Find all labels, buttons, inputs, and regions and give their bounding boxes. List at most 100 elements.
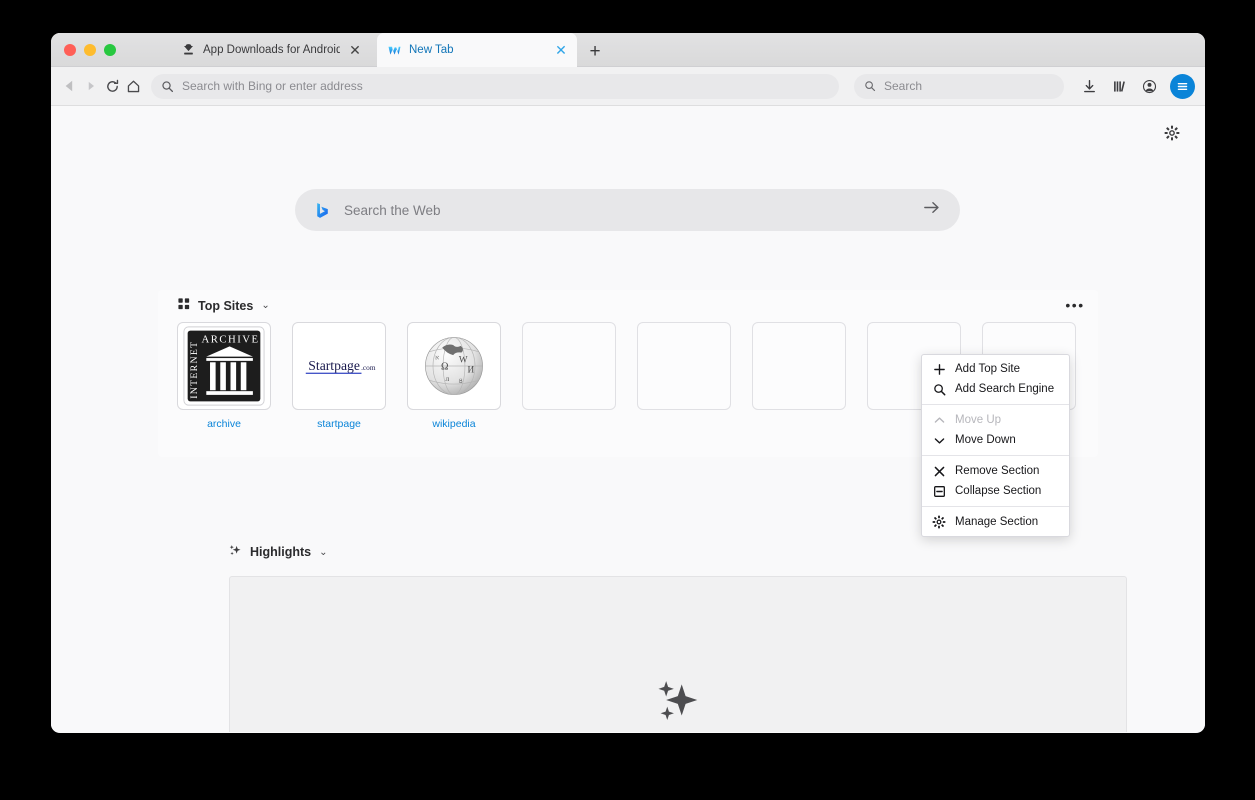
tab-close-button[interactable]: ✕ bbox=[347, 42, 363, 58]
collapse-icon bbox=[932, 484, 946, 498]
tile-thumbnail-placeholder[interactable] bbox=[752, 322, 846, 410]
download-favicon bbox=[181, 43, 196, 58]
top-site-tile[interactable]: Startpage .com startpage bbox=[292, 322, 391, 430]
gear-icon bbox=[932, 515, 946, 529]
gear-icon[interactable] bbox=[1161, 122, 1183, 144]
context-menu-item-add-top-site[interactable]: Add Top Site bbox=[922, 359, 1069, 379]
chevron-down-icon[interactable]: ⌄ bbox=[261, 300, 269, 311]
internet-archive-logo: ARCHIVE INTERNET bbox=[183, 326, 265, 406]
search-icon bbox=[865, 81, 876, 92]
web-search-input[interactable]: Search the Web bbox=[295, 189, 960, 231]
web-search-go-button[interactable] bbox=[922, 198, 941, 222]
address-bar-placeholder: Search with Bing or enter address bbox=[182, 79, 363, 93]
toolbar-search-box[interactable]: Search bbox=[854, 73, 1064, 99]
maximize-window-button[interactable] bbox=[104, 44, 116, 56]
plus-icon bbox=[932, 362, 946, 376]
tile-thumbnail[interactable]: Ω W И л ৪ א bbox=[407, 322, 501, 410]
top-sites-context-menu-button[interactable]: ••• bbox=[1064, 296, 1086, 314]
close-window-button[interactable] bbox=[64, 44, 76, 56]
highlights-title: Highlights bbox=[250, 545, 312, 559]
browser-window: App Downloads for Android - Dov ✕ New Ta… bbox=[51, 33, 1205, 733]
tile-label: wikipedia bbox=[432, 418, 476, 430]
forward-button[interactable] bbox=[82, 72, 100, 100]
context-menu-item-collapse-section[interactable]: Collapse Section bbox=[922, 481, 1069, 501]
tile-thumbnail-placeholder[interactable] bbox=[637, 322, 731, 410]
context-menu-item-manage-section[interactable]: Manage Section bbox=[922, 512, 1069, 532]
minimize-window-button[interactable] bbox=[84, 44, 96, 56]
context-menu-separator bbox=[922, 506, 1069, 507]
toolbar-search-placeholder: Search bbox=[884, 79, 923, 93]
context-menu-item-label: Move Down bbox=[955, 434, 1016, 446]
highlights-empty-state: Start browsing, and we’ll show some of t… bbox=[230, 677, 1126, 732]
context-menu-separator bbox=[922, 404, 1069, 405]
tab-new-tab[interactable]: New Tab ✕ bbox=[377, 33, 577, 67]
address-bar[interactable]: Search with Bing or enter address bbox=[151, 73, 839, 99]
reload-button[interactable] bbox=[103, 72, 121, 100]
search-icon bbox=[162, 80, 174, 92]
wikipedia-globe: Ω W И л ৪ א bbox=[425, 337, 483, 395]
context-menu-item-label: Manage Section bbox=[955, 516, 1039, 528]
context-menu-item-label: Add Top Site bbox=[955, 363, 1021, 375]
svg-text:৪: ৪ bbox=[458, 376, 463, 385]
top-site-tile-empty[interactable] bbox=[752, 322, 851, 430]
chevron-up-icon bbox=[932, 413, 946, 427]
top-site-tile-empty[interactable] bbox=[522, 322, 621, 430]
svg-text:ARCHIVE: ARCHIVE bbox=[202, 334, 260, 346]
toolbar-right-buttons bbox=[1075, 72, 1195, 100]
svg-text:Startpage: Startpage bbox=[308, 358, 360, 373]
svg-text:א: א bbox=[435, 354, 439, 361]
tile-thumbnail[interactable]: Startpage .com bbox=[292, 322, 386, 410]
tile-label: archive bbox=[207, 418, 241, 430]
traffic-lights bbox=[64, 44, 116, 56]
new-tab-page: Search the Web Top Sites ⌄ ••• ARCHIVE I… bbox=[51, 106, 1205, 732]
context-menu-item-add-search-engine[interactable]: Add Search Engine bbox=[922, 379, 1069, 399]
account-button[interactable] bbox=[1135, 72, 1163, 100]
svg-text:INTERNET: INTERNET bbox=[189, 341, 200, 399]
context-menu-item-move-up: Move Up bbox=[922, 410, 1069, 430]
context-menu-separator bbox=[922, 455, 1069, 456]
library-button[interactable] bbox=[1105, 72, 1133, 100]
app-menu-button[interactable] bbox=[1170, 73, 1195, 99]
search-icon bbox=[932, 382, 946, 396]
grid-icon bbox=[178, 298, 190, 313]
tile-label: startpage bbox=[317, 418, 361, 430]
context-menu-item-remove-section[interactable]: Remove Section bbox=[922, 461, 1069, 481]
top-sites-header[interactable]: Top Sites ⌄ bbox=[178, 298, 270, 313]
close-x-icon bbox=[932, 464, 946, 478]
downloads-button[interactable] bbox=[1075, 72, 1103, 100]
top-site-tile[interactable]: ARCHIVE INTERNET archive bbox=[177, 322, 276, 430]
waterfox-favicon bbox=[387, 43, 402, 58]
navigation-toolbar: Search with Bing or enter address Search bbox=[51, 67, 1205, 106]
highlights-panel: Start browsing, and we’ll show some of t… bbox=[229, 576, 1127, 732]
home-button[interactable] bbox=[124, 72, 142, 100]
new-tab-button[interactable]: + bbox=[585, 41, 605, 61]
context-menu-item-move-down[interactable]: Move Down bbox=[922, 430, 1069, 450]
chevron-down-icon bbox=[932, 433, 946, 447]
context-menu-item-label: Collapse Section bbox=[955, 485, 1042, 497]
sparkle-icon bbox=[653, 677, 703, 732]
tab-title: App Downloads for Android - Dov bbox=[203, 44, 340, 56]
tab-app-downloads[interactable]: App Downloads for Android - Dov ✕ bbox=[171, 33, 371, 67]
tile-thumbnail-placeholder[interactable] bbox=[522, 322, 616, 410]
sparkle-icon bbox=[229, 544, 242, 560]
context-menu-item-label: Add Search Engine bbox=[955, 383, 1055, 395]
top-sites-title: Top Sites bbox=[198, 298, 254, 313]
web-search-placeholder: Search the Web bbox=[344, 202, 441, 218]
svg-text:Ω: Ω bbox=[441, 361, 449, 372]
startpage-logo: Startpage .com bbox=[305, 358, 376, 375]
tab-close-button[interactable]: ✕ bbox=[553, 42, 569, 58]
context-menu-item-label: Remove Section bbox=[955, 465, 1040, 477]
context-menu-item-label: Move Up bbox=[955, 414, 1002, 426]
svg-text:W: W bbox=[459, 356, 468, 366]
tab-title: New Tab bbox=[409, 44, 454, 56]
svg-text:.com: .com bbox=[361, 363, 376, 372]
chevron-down-icon[interactable]: ⌄ bbox=[319, 547, 327, 558]
svg-text:И: И bbox=[467, 366, 474, 376]
top-site-tile-empty[interactable] bbox=[637, 322, 736, 430]
back-button[interactable] bbox=[61, 72, 79, 100]
top-sites-context-menu: Add Top Site Add Search Engine Move Up M… bbox=[921, 354, 1070, 537]
tile-thumbnail[interactable]: ARCHIVE INTERNET bbox=[177, 322, 271, 410]
highlights-header[interactable]: Highlights ⌄ bbox=[229, 544, 328, 560]
bing-logo-icon bbox=[317, 202, 328, 218]
top-site-tile[interactable]: Ω W И л ৪ א wikipedia bbox=[407, 322, 506, 430]
